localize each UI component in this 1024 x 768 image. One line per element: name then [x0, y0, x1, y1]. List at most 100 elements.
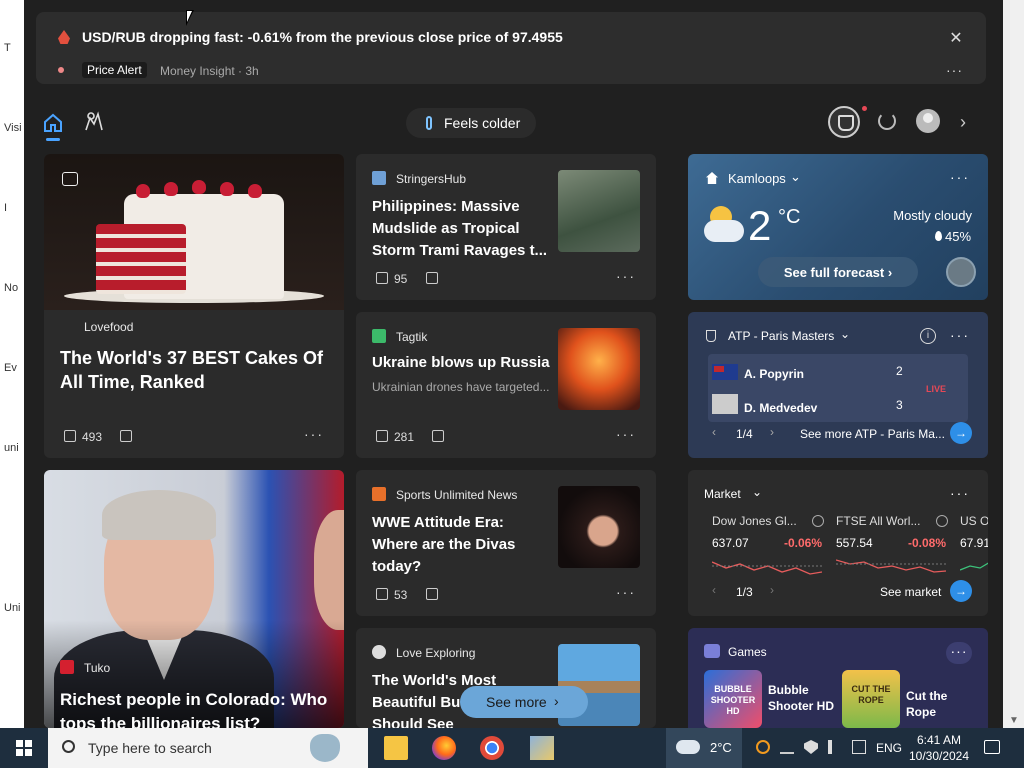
desktop-icon-label[interactable]: I [4, 202, 7, 214]
more-options-icon[interactable]: ··· [616, 426, 636, 442]
more-options-icon[interactable]: ··· [946, 62, 963, 78]
taskbar-weather[interactable]: 2°C [666, 728, 742, 768]
fire-image[interactable] [558, 328, 640, 410]
market-widget[interactable]: Market ⌄ ··· Dow Jones Gl... 637.07 -0.0… [688, 470, 988, 616]
chevron-right-icon[interactable]: › [770, 425, 774, 439]
see-more-link[interactable]: See more ATP - Paris Ma... [800, 427, 945, 441]
language-indicator[interactable]: ENG [876, 741, 902, 755]
more-options-icon[interactable]: ··· [616, 268, 636, 284]
arrow-right-icon[interactable]: → [950, 422, 972, 444]
search-placeholder[interactable]: Type here to search [88, 740, 212, 756]
thumbs-down-icon[interactable] [426, 272, 438, 284]
see-market-link[interactable]: See market [880, 585, 941, 599]
news-card-richest[interactable]: Tuko Richest people in Colorado: Who top… [44, 470, 344, 728]
thumbs-up-icon[interactable] [376, 430, 388, 442]
stock-item[interactable]: Dow Jones Gl... 637.07 -0.06% [712, 514, 836, 575]
more-options-icon[interactable]: ··· [946, 642, 972, 664]
news-card-cakes[interactable]: Lovefood The World's 37 BEST Cakes Of Al… [44, 154, 344, 458]
weather-widget[interactable]: Kamloops ⌄ ··· 2 °C Mostly cloudy 45% Se… [688, 154, 988, 300]
sports-title[interactable]: ATP - Paris Masters [728, 329, 834, 343]
rewards-icon[interactable] [828, 106, 860, 138]
news-card-wwe[interactable]: Sports Unlimited News WWE Attitude Era: … [356, 470, 656, 616]
location-label[interactable]: Kamloops [728, 171, 786, 186]
search-highlight-icon[interactable] [310, 734, 340, 762]
add-icon[interactable] [812, 515, 824, 527]
thumbs-down-icon[interactable] [120, 430, 132, 442]
chevron-left-icon[interactable]: ‹ [712, 583, 716, 597]
thumbs-up-icon[interactable] [64, 430, 76, 442]
chevron-right-icon[interactable]: › [960, 112, 966, 133]
thumbs-down-icon[interactable] [432, 430, 444, 442]
desktop-icon-label[interactable]: uni [4, 442, 19, 454]
chevron-right-icon[interactable]: › [770, 583, 774, 597]
cut-the-rope-tile[interactable]: CUT THE ROPE [842, 670, 900, 728]
headline[interactable]: The World's 37 BEST Cakes Of All Time, R… [60, 346, 330, 394]
more-options-icon[interactable]: ··· [616, 584, 636, 600]
search-app-icon[interactable] [756, 740, 770, 754]
watchlist-icon[interactable] [82, 110, 106, 134]
chevron-down-icon[interactable]: ⌄ [752, 485, 762, 499]
see-full-forecast-button[interactable]: See full forecast › [758, 257, 918, 287]
taskbar-search[interactable]: Type here to search [48, 728, 368, 768]
clock[interactable]: 6:41 AM 10/30/2024 [906, 732, 972, 764]
desktop-icon-label[interactable]: T [4, 42, 11, 54]
price-alert-notification[interactable]: USD/RUB dropping fast: -0.61% from the p… [36, 12, 986, 84]
shield-icon[interactable] [804, 740, 818, 754]
diva-image[interactable] [558, 486, 640, 568]
sports-widget[interactable]: ATP - Paris Masters ⌄ i ··· A. Popyrin 2… [688, 312, 988, 458]
game-name[interactable]: Bubble Shooter HD [768, 682, 838, 714]
feels-colder-chip[interactable]: Feels colder [406, 108, 536, 138]
more-options-icon[interactable]: ··· [950, 485, 970, 501]
thumbs-up-icon[interactable] [376, 588, 388, 600]
chevron-down-icon[interactable]: ⌄ [840, 327, 850, 341]
market-title[interactable]: Market [704, 487, 741, 501]
scrollbar[interactable]: ▼ [1003, 0, 1024, 728]
more-options-icon[interactable]: ··· [950, 169, 970, 185]
firefox-icon[interactable] [432, 736, 456, 760]
info-icon[interactable]: i [920, 328, 936, 344]
add-icon[interactable] [936, 515, 948, 527]
arrow-right-icon[interactable]: → [950, 580, 972, 602]
cake-image[interactable] [44, 154, 344, 310]
games-widget[interactable]: Games ··· BUBBLE SHOOTER HD Bubble Shoot… [688, 628, 988, 728]
headline[interactable]: WWE Attitude Era: Where are the Divas to… [372, 512, 542, 578]
headline[interactable]: Ukraine blows up Russia [372, 352, 562, 374]
desktop-icon-label[interactable]: Ev [4, 362, 17, 374]
stock-item[interactable]: US O 67.91 [960, 514, 988, 574]
headline[interactable]: Philippines: Massive Mudslide as Tropica… [372, 196, 552, 262]
alert-title[interactable]: USD/RUB dropping fast: -0.61% from the p… [82, 29, 563, 45]
display-icon[interactable] [852, 740, 866, 754]
network-icon[interactable] [780, 740, 794, 754]
news-card-ukraine[interactable]: Tagtik Ukraine blows up Russia Ukrainian… [356, 312, 656, 458]
refresh-icon[interactable] [878, 112, 896, 130]
volume-icon[interactable] [828, 740, 842, 754]
see-more-button[interactable]: See more › [460, 686, 588, 718]
app-icon[interactable] [530, 736, 554, 760]
games-title[interactable]: Games [728, 645, 767, 659]
thumbs-up-icon[interactable] [376, 272, 388, 284]
home-icon[interactable] [42, 112, 64, 134]
chevron-down-icon[interactable]: ⌄ [790, 169, 801, 185]
news-card-philippines[interactable]: StringersHub Philippines: Massive Mudsli… [356, 154, 656, 300]
match-score[interactable]: A. Popyrin 2 LIVE D. Medvedev 3 [708, 354, 968, 422]
file-explorer-icon[interactable] [384, 736, 408, 760]
avatar[interactable] [916, 109, 940, 133]
stock-item[interactable]: FTSE All Worl... 557.54 -0.08% [836, 514, 960, 574]
chrome-icon[interactable] [480, 736, 504, 760]
desktop-icon-label[interactable]: Uni [4, 602, 21, 614]
close-icon[interactable]: ✕ [948, 28, 964, 48]
bubble-shooter-tile[interactable]: BUBBLE SHOOTER HD [704, 670, 762, 728]
scroll-down-icon[interactable]: ▼ [1009, 715, 1019, 726]
thumbs-down-icon[interactable] [426, 588, 438, 600]
desktop-icon-label[interactable]: No [4, 282, 18, 294]
headline[interactable]: Richest people in Colorado: Who tops the… [60, 688, 340, 728]
notification-center-icon[interactable] [984, 740, 1000, 754]
mudslide-image[interactable] [558, 170, 640, 252]
chevron-left-icon[interactable]: ‹ [712, 425, 716, 439]
start-button[interactable] [16, 740, 32, 756]
game-name[interactable]: Cut the Rope [906, 688, 966, 720]
radar-map-icon[interactable] [946, 257, 976, 287]
more-options-icon[interactable]: ··· [950, 327, 970, 343]
more-options-icon[interactable]: ··· [304, 426, 324, 442]
desktop-icon-label[interactable]: Visi [4, 122, 22, 134]
